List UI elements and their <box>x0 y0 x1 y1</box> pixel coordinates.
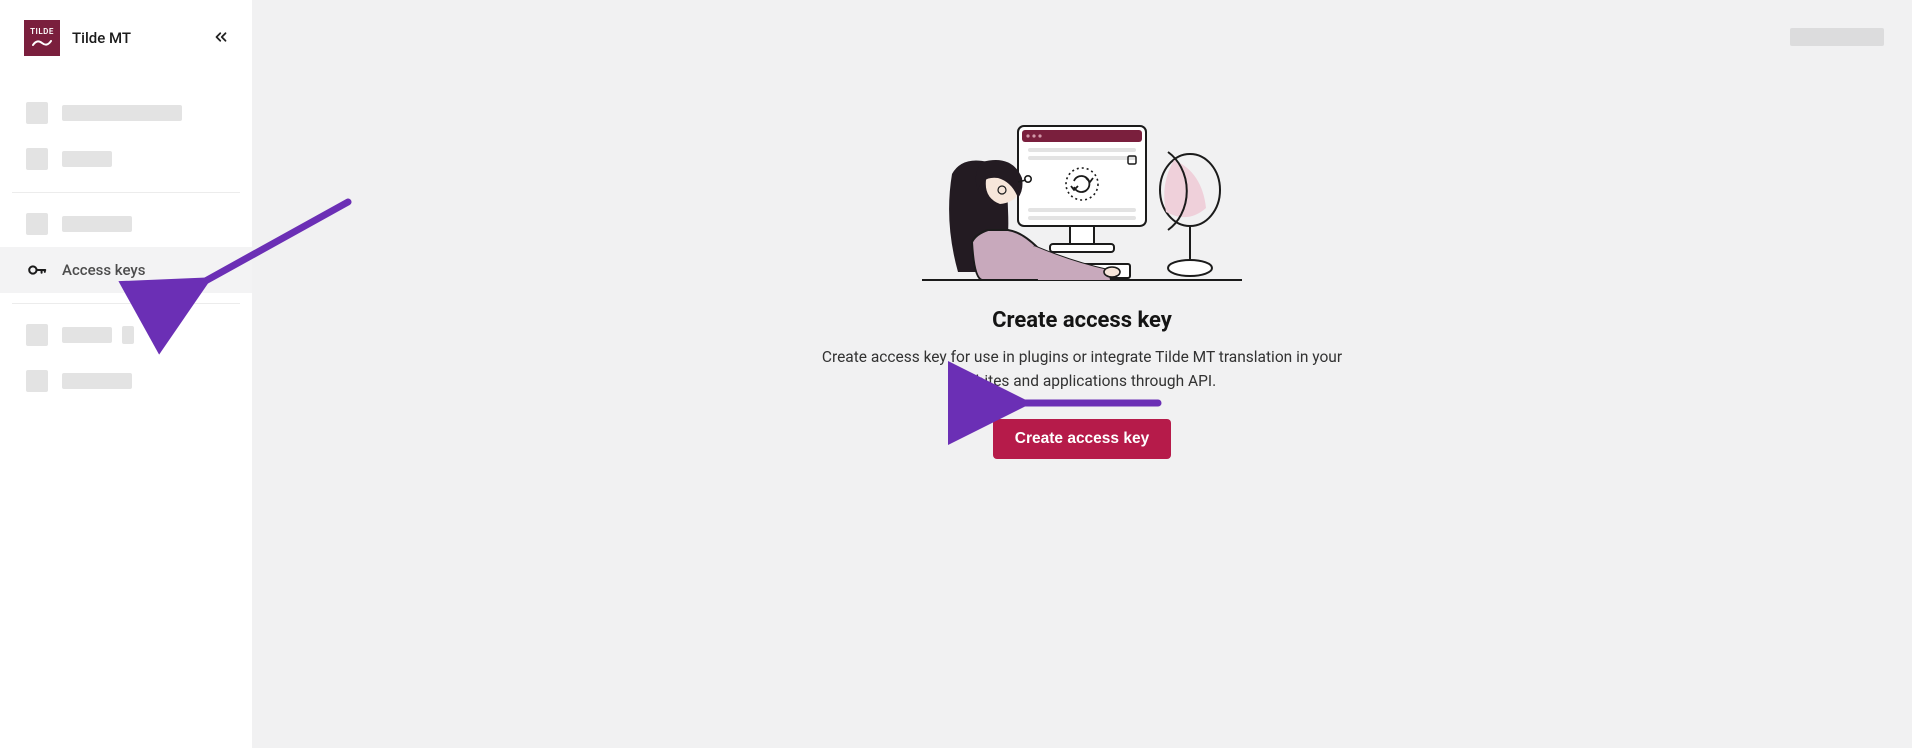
sidebar-item-placeholder[interactable] <box>0 201 252 247</box>
empty-state: Create access key Create access key for … <box>742 112 1422 459</box>
placeholder-icon <box>26 213 48 235</box>
placeholder-icon <box>26 370 48 392</box>
brand-logo: TILDE <box>24 20 60 56</box>
main-content: Create access key Create access key for … <box>252 0 1912 748</box>
sidebar-item-placeholder[interactable] <box>0 312 252 358</box>
key-icon <box>26 259 48 281</box>
create-access-key-button[interactable]: Create access key <box>993 419 1171 459</box>
page-heading: Create access key <box>992 308 1172 333</box>
sidebar-item-placeholder[interactable] <box>0 136 252 182</box>
placeholder-label <box>62 373 132 389</box>
illustration <box>922 112 1242 292</box>
sidebar-divider <box>12 303 240 304</box>
sidebar: TILDE Tilde MT <box>0 0 252 748</box>
sidebar-item-placeholder[interactable] <box>0 90 252 136</box>
sidebar-collapse-button[interactable] <box>210 26 232 48</box>
placeholder-label <box>62 105 182 121</box>
page-subtext: Create access key for use in plugins or … <box>802 345 1362 393</box>
sidebar-header: TILDE Tilde MT <box>0 0 252 72</box>
placeholder-icon <box>26 148 48 170</box>
sidebar-nav: Access keys <box>0 72 252 404</box>
app-name: Tilde MT <box>72 29 131 47</box>
sidebar-divider <box>12 192 240 193</box>
sidebar-item-placeholder[interactable] <box>0 358 252 404</box>
sidebar-item-label: Access keys <box>62 261 146 279</box>
placeholder-label <box>62 151 112 167</box>
chevron-double-left-icon <box>212 28 230 46</box>
placeholder-label <box>62 327 112 343</box>
placeholder-badge <box>122 326 134 344</box>
header-placeholder <box>1790 28 1884 46</box>
placeholder-icon <box>26 102 48 124</box>
sidebar-item-access-keys[interactable]: Access keys <box>0 247 252 293</box>
placeholder-label <box>62 216 132 232</box>
placeholder-icon <box>26 324 48 346</box>
